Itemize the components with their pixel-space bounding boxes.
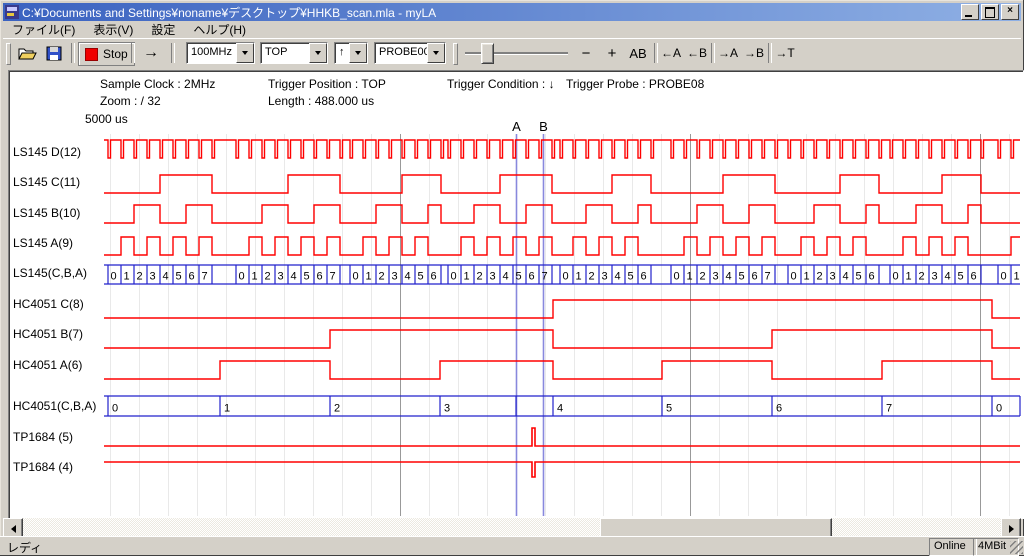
triangle-left-icon bbox=[7, 525, 16, 533]
stop-icon bbox=[85, 48, 98, 61]
toolbar-gripper[interactable] bbox=[6, 43, 11, 65]
resize-grip[interactable] bbox=[1010, 541, 1023, 554]
toolbar-separator bbox=[171, 43, 175, 63]
menu-item-2[interactable]: 設定 bbox=[142, 20, 184, 39]
trigger-position-select[interactable]: TOP bbox=[260, 42, 328, 64]
clock-select[interactable]: 100MHz bbox=[186, 42, 255, 64]
channel-label-hc4051-c: HC4051 C(8) bbox=[13, 297, 84, 311]
horizontal-scrollbar[interactable] bbox=[3, 518, 1021, 537]
toolbar: Stop → 100MHz TOP ↑ PROBE00 − + AB ←A ←B bbox=[3, 38, 1021, 68]
chevron-down-icon bbox=[242, 51, 248, 58]
zoom-ab-button[interactable]: AB bbox=[625, 42, 651, 64]
channel-label-hc4051-a: HC4051 A(6) bbox=[13, 358, 82, 372]
move-left-to-b-button[interactable]: ←B bbox=[685, 42, 709, 64]
menu-item-1[interactable]: 表示(V) bbox=[84, 20, 142, 39]
channel-label-hc4051-b: HC4051 B(7) bbox=[13, 327, 83, 341]
status-ready-text: レディ bbox=[7, 539, 42, 556]
probe-select[interactable]: PROBE00 bbox=[374, 42, 446, 64]
title-bar[interactable]: C:¥Documents and Settings¥noname¥デスクトップ¥… bbox=[3, 3, 1021, 21]
channel-label-ls145-b: LS145 B(10) bbox=[13, 206, 80, 220]
menu-bar: ファイル(F)表示(V)設定ヘルプ(H) bbox=[3, 21, 1021, 37]
trigger-edge-arrow[interactable] bbox=[349, 43, 367, 63]
menu-item-0[interactable]: ファイル(F) bbox=[3, 20, 84, 39]
run-button[interactable]: → bbox=[136, 42, 166, 64]
channel-label-ls145-c: LS145 C(11) bbox=[13, 175, 80, 189]
sample-clock-info: Sample Clock : 2MHz bbox=[100, 77, 215, 91]
channel-label-tp1684-4: TP1684 (4) bbox=[13, 460, 73, 474]
chevron-down-icon bbox=[315, 51, 321, 58]
save-button[interactable] bbox=[42, 42, 66, 64]
trigger-position-arrow[interactable] bbox=[309, 43, 327, 63]
toolbar-separator bbox=[768, 43, 772, 63]
chevron-down-icon bbox=[355, 51, 361, 58]
clock-select-arrow[interactable] bbox=[236, 43, 254, 63]
chevron-down-icon bbox=[433, 51, 439, 58]
minimize-button[interactable] bbox=[961, 4, 979, 20]
go-to-trigger-button[interactable]: →T bbox=[773, 42, 797, 64]
trigger-position-info: Trigger Position : TOP bbox=[268, 77, 386, 91]
move-right-to-a-button[interactable]: →A bbox=[716, 42, 740, 64]
move-right-to-b-button[interactable]: →B bbox=[742, 42, 766, 64]
stop-button[interactable]: Stop bbox=[78, 42, 135, 66]
zoom-info: Zoom : / 32 bbox=[100, 94, 161, 108]
toolbar-separator bbox=[654, 43, 658, 63]
status-online-badge: Online bbox=[929, 538, 977, 556]
time-scale-label: 5000 us bbox=[85, 112, 128, 126]
move-left-to-a-button[interactable]: ←A bbox=[659, 42, 683, 64]
close-icon: × bbox=[1007, 5, 1013, 16]
save-floppy-icon bbox=[46, 46, 62, 61]
channel-label-ls145-a: LS145 A(9) bbox=[13, 236, 73, 250]
window-title: C:¥Documents and Settings¥noname¥デスクトップ¥… bbox=[22, 4, 961, 21]
waveform-client-area bbox=[8, 70, 1024, 519]
channel-label-tp1684-5: TP1684 (5) bbox=[13, 430, 73, 444]
trigger-edge-select[interactable]: ↑ bbox=[334, 42, 368, 64]
run-arrow-icon: → bbox=[143, 44, 159, 62]
open-file-button[interactable] bbox=[15, 42, 39, 64]
trigger-probe-info: Trigger Probe : PROBE08 bbox=[566, 77, 704, 91]
triangle-right-icon bbox=[1009, 525, 1018, 533]
menu-item-3[interactable]: ヘルプ(H) bbox=[184, 20, 255, 39]
maximize-button[interactable] bbox=[981, 4, 999, 20]
channel-label-hc4051-bus: HC4051(C,B,A) bbox=[13, 399, 96, 413]
app-icon bbox=[5, 5, 19, 19]
channel-label-ls145-d: LS145 D(12) bbox=[13, 145, 81, 159]
toolbar-separator bbox=[131, 43, 135, 63]
probe-select-arrow[interactable] bbox=[427, 43, 445, 63]
status-bar: レディ Online 4MBit bbox=[0, 536, 1024, 555]
toolbar-separator bbox=[71, 43, 75, 63]
toolbar-gripper[interactable] bbox=[453, 43, 458, 65]
length-info: Length : 488.000 us bbox=[268, 94, 374, 108]
trigger-condition-info: Trigger Condition : ↓ bbox=[447, 77, 555, 91]
toolbar-separator bbox=[711, 43, 715, 63]
close-button[interactable]: × bbox=[1001, 4, 1019, 20]
channel-label-ls145-bus: LS145(C,B,A) bbox=[13, 266, 87, 280]
app-window: C:¥Documents and Settings¥noname¥デスクトップ¥… bbox=[0, 0, 1024, 556]
maximize-icon bbox=[985, 7, 995, 18]
minimize-icon bbox=[965, 15, 972, 17]
zoom-slider-thumb[interactable] bbox=[481, 43, 494, 64]
open-folder-icon bbox=[18, 46, 37, 61]
zoom-out-button[interactable]: − bbox=[575, 42, 597, 64]
zoom-in-button[interactable]: + bbox=[601, 42, 623, 64]
